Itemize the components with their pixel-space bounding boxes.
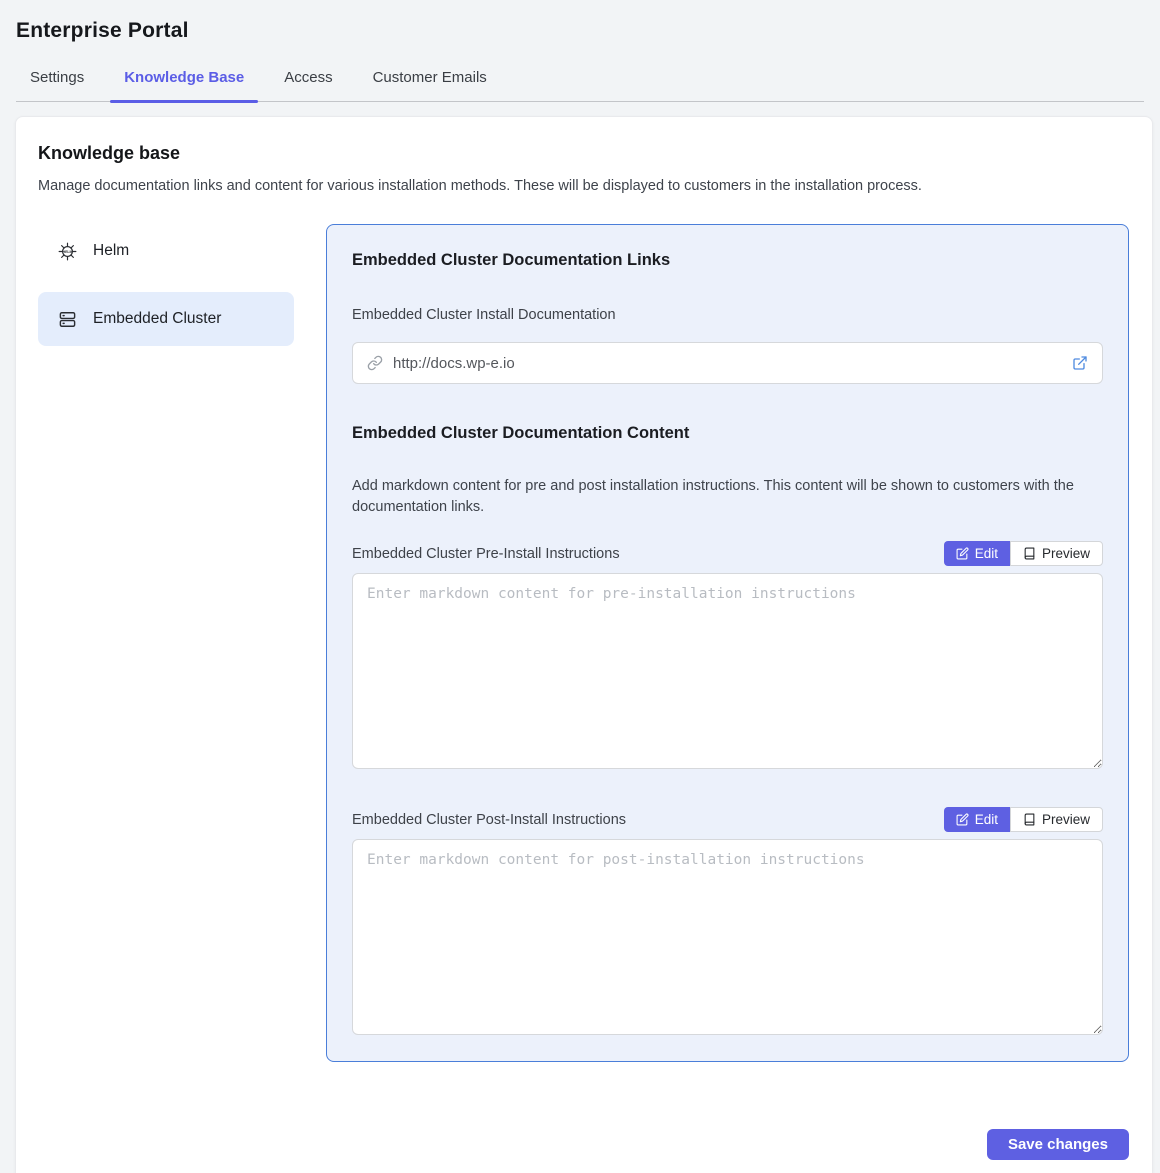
svg-text:HELM: HELM xyxy=(63,249,73,253)
pre-install-header: Embedded Cluster Pre-Install Instruction… xyxy=(352,541,1103,566)
edit-icon xyxy=(956,547,969,560)
server-stack-icon xyxy=(58,310,77,329)
edit-button-label: Edit xyxy=(975,812,998,827)
post-install-mode-toggle: Edit Preview xyxy=(944,807,1103,832)
preview-button-label: Preview xyxy=(1042,546,1090,561)
tab-settings[interactable]: Settings xyxy=(16,62,98,101)
external-link-icon[interactable] xyxy=(1072,355,1088,371)
embedded-cluster-panel: Embedded Cluster Documentation Links Emb… xyxy=(326,224,1129,1062)
install-doc-label: Embedded Cluster Install Documentation xyxy=(352,307,1103,323)
content-row: HELM Helm Embedded Cluster Embedded Clus… xyxy=(38,224,1129,1062)
card-title: Knowledge base xyxy=(38,143,1129,164)
knowledge-base-card: Knowledge base Manage documentation link… xyxy=(15,116,1153,1173)
links-section-title: Embedded Cluster Documentation Links xyxy=(352,251,1103,270)
pre-install-preview-button[interactable]: Preview xyxy=(1010,541,1103,566)
sidebar-item-label: Helm xyxy=(93,242,129,260)
post-install-edit-button[interactable]: Edit xyxy=(944,807,1010,832)
post-install-header: Embedded Cluster Post-Install Instructio… xyxy=(352,807,1103,832)
card-description: Manage documentation links and content f… xyxy=(38,176,1129,197)
save-row: Save changes xyxy=(38,1129,1129,1160)
sidebar-item-embedded-cluster[interactable]: Embedded Cluster xyxy=(38,292,294,346)
tab-customer-emails[interactable]: Customer Emails xyxy=(359,62,501,101)
tab-bar: Settings Knowledge Base Access Customer … xyxy=(16,62,1144,102)
pre-install-mode-toggle: Edit Preview xyxy=(944,541,1103,566)
pre-install-label: Embedded Cluster Pre-Install Instruction… xyxy=(352,546,620,562)
tab-knowledge-base[interactable]: Knowledge Base xyxy=(110,62,258,101)
pre-install-edit-button[interactable]: Edit xyxy=(944,541,1010,566)
link-icon xyxy=(367,355,383,371)
page-title: Enterprise Portal xyxy=(16,19,1144,43)
tab-access[interactable]: Access xyxy=(270,62,346,101)
content-section-description: Add markdown content for pre and post in… xyxy=(352,476,1102,517)
sidebar-item-label: Embedded Cluster xyxy=(93,310,221,328)
save-changes-button[interactable]: Save changes xyxy=(987,1129,1129,1160)
sidebar-item-helm[interactable]: HELM Helm xyxy=(38,224,294,278)
post-install-preview-button[interactable]: Preview xyxy=(1010,807,1103,832)
book-icon xyxy=(1023,547,1036,560)
post-install-textarea[interactable] xyxy=(352,839,1103,1035)
preview-button-label: Preview xyxy=(1042,812,1090,827)
install-method-sidebar: HELM Helm Embedded Cluster xyxy=(38,224,294,360)
content-section-title: Embedded Cluster Documentation Content xyxy=(352,424,1103,443)
app-header: Enterprise Portal xyxy=(0,0,1160,43)
edit-icon xyxy=(956,813,969,826)
post-install-label: Embedded Cluster Post-Install Instructio… xyxy=(352,812,626,828)
book-icon xyxy=(1023,813,1036,826)
pre-install-textarea[interactable] xyxy=(352,573,1103,769)
edit-button-label: Edit xyxy=(975,546,998,561)
install-doc-url-input[interactable] xyxy=(393,355,1062,372)
install-doc-input-wrap xyxy=(352,342,1103,384)
helm-icon: HELM xyxy=(58,242,77,261)
